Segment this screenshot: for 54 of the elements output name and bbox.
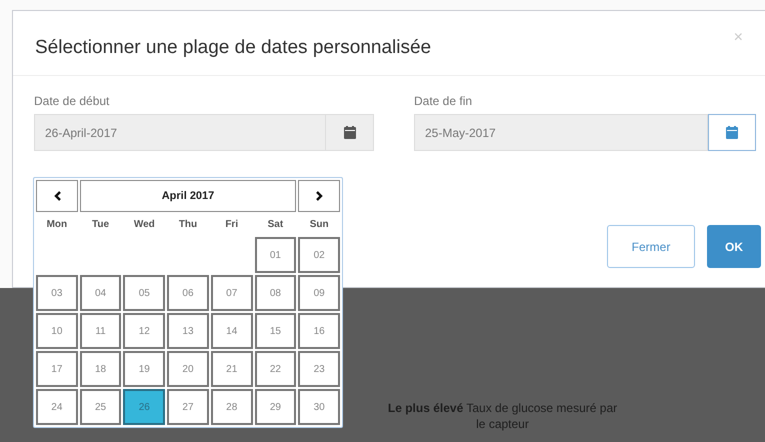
calendar-icon (344, 126, 356, 139)
calendar-day[interactable]: 28 (210, 389, 253, 425)
calendar-day[interactable]: 06 (167, 275, 209, 311)
previous-month-button[interactable] (36, 180, 78, 212)
weekday-label: Fri (224, 218, 240, 232)
calendar-day[interactable]: 30 (298, 389, 340, 425)
calendar-day[interactable]: 04 (80, 275, 122, 311)
calendar-day[interactable]: 27 (167, 389, 209, 425)
close-button[interactable]: Fermer (607, 225, 695, 268)
calendar-day[interactable]: 15 (254, 313, 296, 349)
calendar-day[interactable]: 11 (80, 313, 122, 349)
dialog-title: Sélectionner une plage de dates personnalisée (35, 37, 432, 59)
calendar-day[interactable]: 20 (167, 351, 209, 387)
calendar-day[interactable]: 21 (210, 351, 253, 387)
weekday-label: Tue (91, 218, 110, 232)
caption-text: Le plus élevé Taux de glucose mesuré par le capteur (386, 400, 618, 432)
weekday-label: Sun (308, 218, 330, 232)
date-field[interactable]: 26-April-2017 (34, 114, 326, 151)
calendar-day[interactable]: 16 (298, 313, 340, 349)
calendar-day[interactable]: 13 (167, 313, 209, 349)
calendar-day[interactable]: 14 (210, 313, 253, 349)
chevron-right-icon (316, 191, 322, 201)
calendar-day[interactable]: 12 (123, 313, 166, 349)
field-label: Date de début (34, 94, 110, 108)
calendar-button[interactable] (708, 114, 756, 151)
calendar-day[interactable]: 08 (254, 275, 296, 311)
calendar-day[interactable]: 23 (298, 351, 340, 387)
calendar-day[interactable]: 25 (80, 389, 122, 425)
calendar-icon (726, 126, 738, 139)
calendar-day[interactable]: 29 (254, 389, 296, 425)
calendar-day[interactable]: 18 (80, 351, 122, 387)
calendar-button[interactable] (326, 114, 374, 151)
calendar-day[interactable]: 03 (36, 275, 78, 311)
calendar-day[interactable]: 01 (254, 237, 296, 273)
calendar-day[interactable]: 26 (123, 389, 166, 425)
calendar-day[interactable]: 10 (36, 313, 78, 349)
calendar-day[interactable]: 19 (123, 351, 166, 387)
calendar-day[interactable]: 07 (210, 275, 253, 311)
calendar-day[interactable]: 24 (36, 389, 78, 425)
date-field[interactable]: 25-May-2017 (414, 114, 708, 151)
calendar-day[interactable]: 05 (123, 275, 166, 311)
field-label: Date de fin (414, 94, 474, 108)
weekday-label: Wed (132, 218, 156, 232)
weekday-label: Mon (46, 218, 68, 232)
chevron-left-icon (54, 191, 60, 201)
ok-button[interactable]: OK (707, 225, 761, 268)
calendar-day[interactable]: 09 (298, 275, 340, 311)
weekday-label: Thu (178, 218, 198, 232)
calendar-day[interactable]: 02 (298, 237, 340, 273)
calendar-day[interactable]: 17 (36, 351, 78, 387)
calendar-day[interactable]: 22 (254, 351, 296, 387)
next-month-button[interactable] (298, 180, 340, 212)
month-title[interactable]: April 2017 (80, 180, 296, 212)
weekday-label: Sat (266, 218, 284, 232)
